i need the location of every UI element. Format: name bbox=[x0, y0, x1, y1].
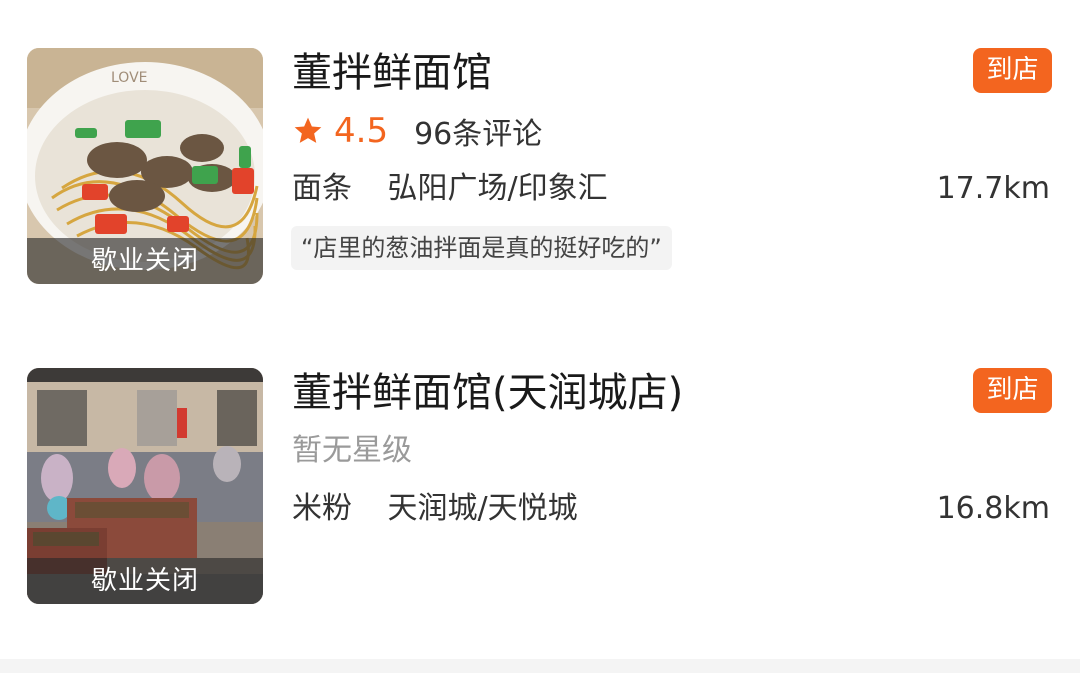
no-rating-label: 暂无星级 bbox=[292, 433, 412, 468]
category-label: 面条 bbox=[292, 171, 352, 206]
shop-name[interactable]: 董拌鲜面馆 bbox=[292, 48, 492, 98]
star-icon bbox=[294, 117, 322, 143]
shop-thumbnail[interactable]: 歇业关闭 bbox=[27, 368, 263, 604]
rating-row: 4.5 96条评论 bbox=[292, 110, 542, 152]
area-label: 天润城/天悦城 bbox=[387, 491, 578, 526]
section-divider bbox=[0, 659, 1080, 673]
area-label: 弘阳广场/印象汇 bbox=[387, 171, 608, 206]
closed-status-badge: 歇业关闭 bbox=[27, 238, 263, 284]
visit-store-button[interactable]: 到店 bbox=[973, 368, 1052, 413]
review-count[interactable]: 96条评论 bbox=[414, 109, 542, 153]
distance-label: 17.7km bbox=[936, 171, 1050, 206]
distance-label: 16.8km bbox=[936, 491, 1050, 526]
review-quote: “店里的葱油拌面是真的挺好吃的” bbox=[291, 226, 672, 270]
shop-listing-card[interactable]: 歇业关闭 董拌鲜面馆(天润城店) 到店 暂无星级 米粉 天润城/天悦城 16.8… bbox=[0, 366, 1080, 606]
shop-thumbnail[interactable]: LOVE 歇业关闭 bbox=[27, 48, 263, 284]
rating-score: 4.5 bbox=[334, 111, 389, 151]
shop-name[interactable]: 董拌鲜面馆(天润城店) bbox=[292, 368, 683, 418]
category-area-row: 面条 弘阳广场/印象汇 bbox=[292, 168, 608, 210]
shop-listing-card[interactable]: LOVE 歇业关闭 董拌鲜面馆 到店 4.5 96条评论 面条 弘阳广场/印象汇… bbox=[0, 46, 1080, 286]
svg-text:LOVE: LOVE bbox=[111, 70, 148, 86]
closed-status-badge: 歇业关闭 bbox=[27, 558, 263, 604]
category-area-row: 米粉 天润城/天悦城 bbox=[292, 488, 578, 530]
category-label: 米粉 bbox=[292, 491, 352, 526]
visit-store-button[interactable]: 到店 bbox=[973, 48, 1052, 93]
